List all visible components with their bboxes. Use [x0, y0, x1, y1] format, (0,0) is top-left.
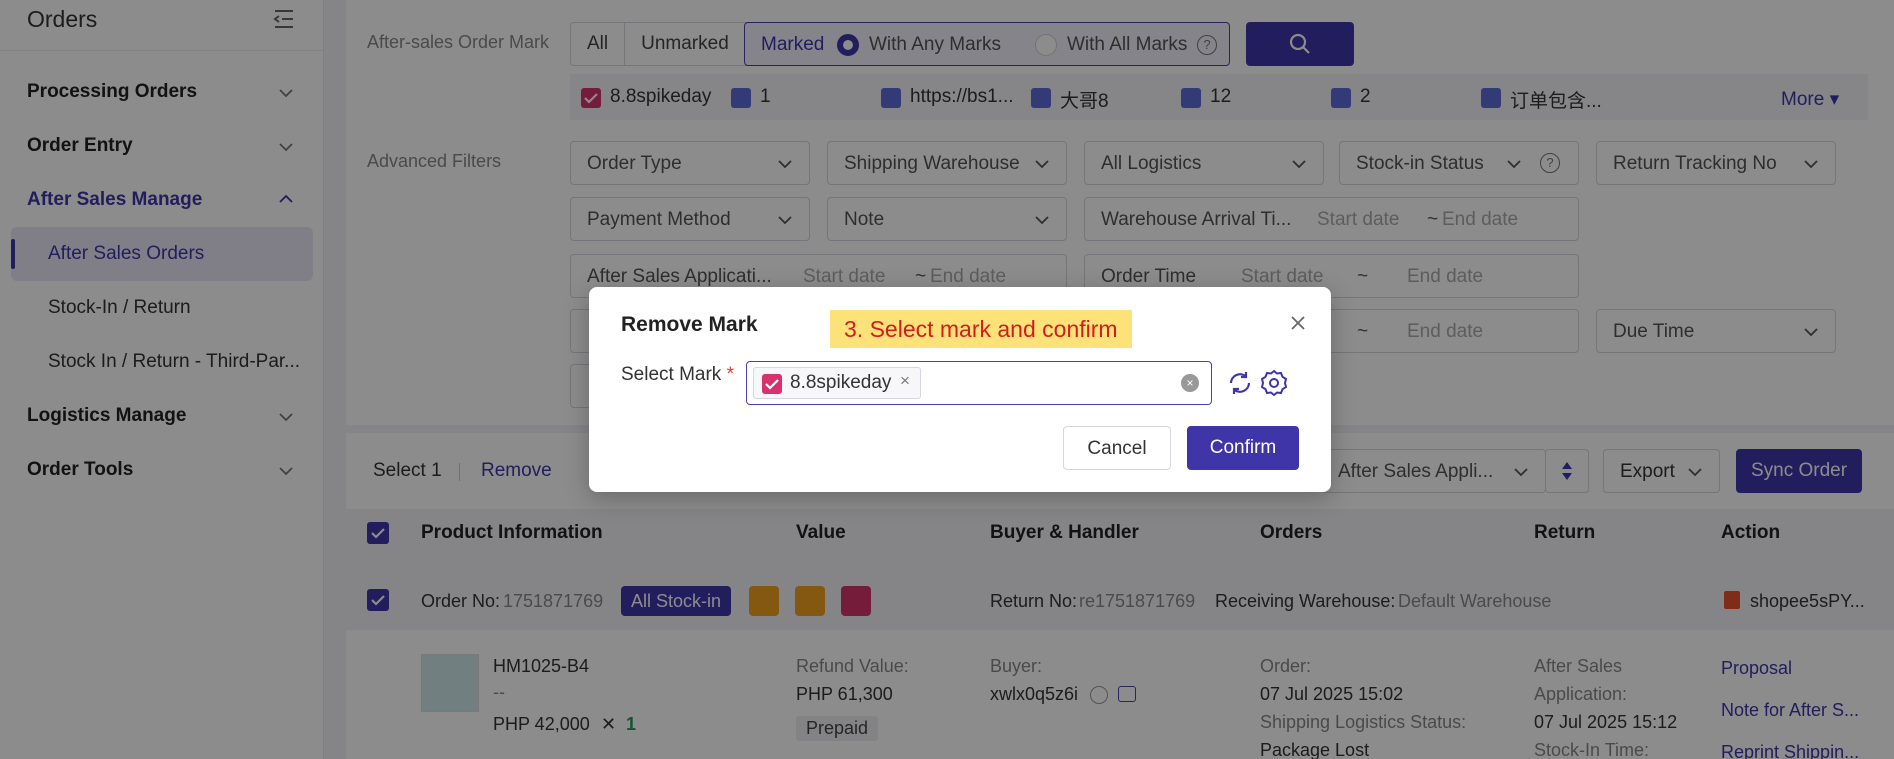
mark-checkbox-checked-icon — [762, 374, 782, 394]
confirm-button[interactable]: Confirm — [1187, 426, 1299, 470]
select-mark-label-text: Select Mark — [621, 364, 722, 385]
remove-mark-dialog: Remove Mark 3. Select mark and confirm S… — [589, 287, 1331, 492]
cancel-button[interactable]: Cancel — [1063, 426, 1171, 470]
select-mark-label: Select Mark * — [621, 364, 734, 386]
selected-mark-label: 8.8spikeday — [790, 372, 892, 393]
remove-tag-icon[interactable]: × — [900, 371, 910, 391]
required-marker: * — [726, 364, 734, 385]
close-icon[interactable] — [1288, 313, 1308, 333]
settings-gear-icon[interactable] — [1259, 368, 1289, 398]
select-mark-input[interactable]: 8.8spikeday × × — [746, 361, 1212, 405]
tutorial-annotation: 3. Select mark and confirm — [830, 310, 1132, 348]
refresh-icon[interactable] — [1225, 368, 1255, 398]
dialog-title: Remove Mark — [621, 313, 758, 336]
clear-icon[interactable]: × — [1181, 374, 1199, 392]
selected-mark-tag: 8.8spikeday × — [753, 367, 921, 399]
